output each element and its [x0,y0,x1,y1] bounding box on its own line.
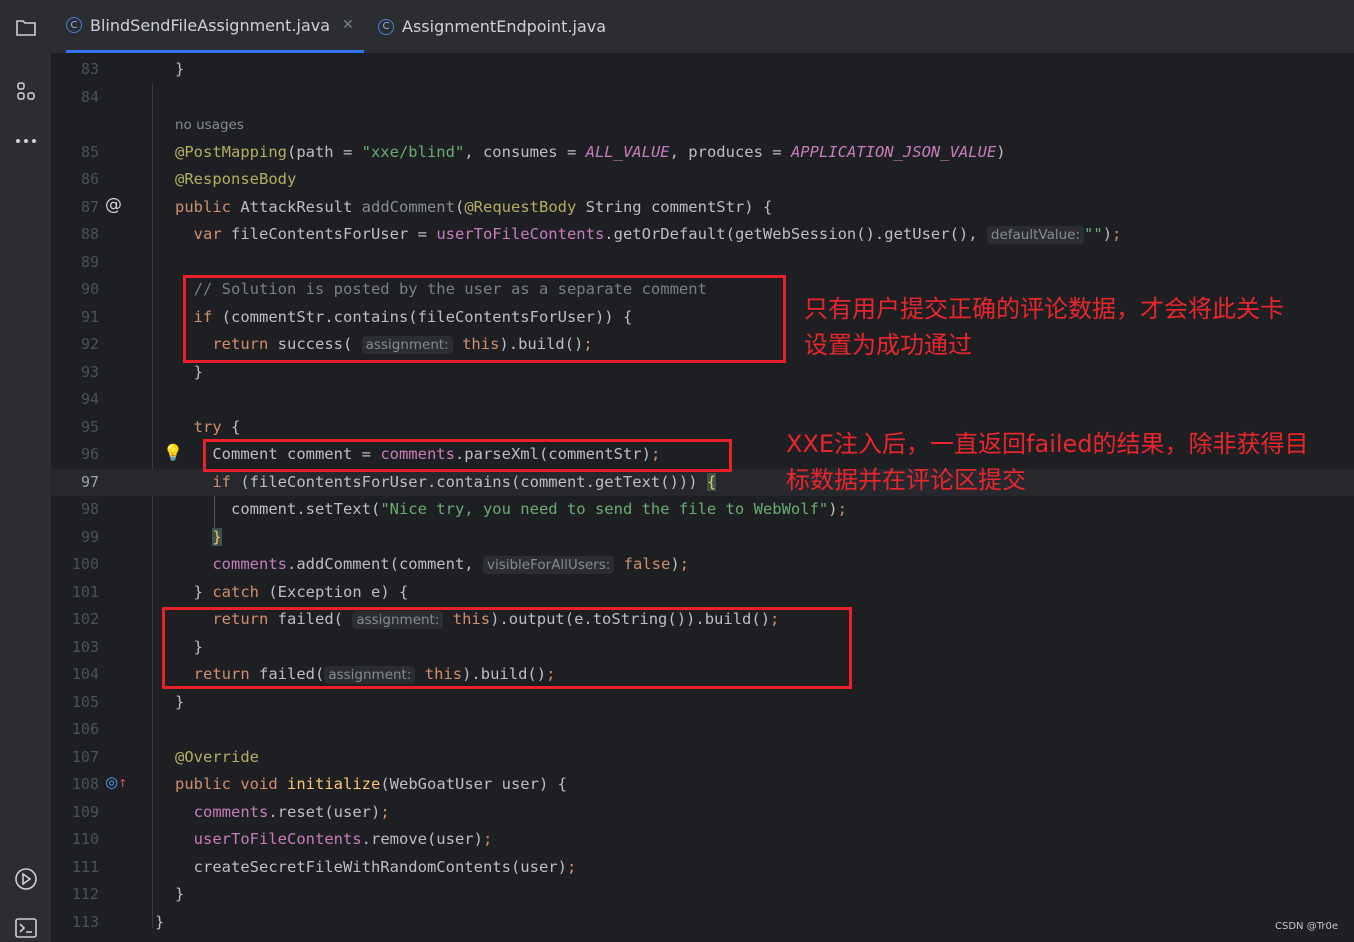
tab-label: AssignmentEndpoint.java [402,17,607,36]
highlight-box-parse-xml [203,439,732,472]
code-line: 89 [80,253,99,271]
annotation-note-xxe: XXE注入后，一直返回failed的结果，除非获得目 标数据并在评论区提交 [786,430,1309,494]
code-line: 87 @ public AttackResult addComment(@Reque… [80,195,773,216]
code-line: no usages [51,112,1354,139]
code-line: 113} [71,913,165,931]
folder-icon[interactable] [13,14,39,40]
code-line: 83} [80,60,185,78]
code-line: 112} [71,885,185,903]
tab-blind-send-file-assignment[interactable]: C BlindSendFileAssignment.java ✕ [66,0,364,53]
code-line: 85 @PostMapping(path = "xxe/blind", consu… [80,143,1006,161]
code-line: 100 comments.addComment(comment, visible… [71,555,689,574]
code-line: 88 var fileContentsForUser = userToFileC… [80,225,1122,244]
code-line: 109 comments.reset(user); [71,803,390,821]
code-line: 110 userToFileContents.remove(user); [71,830,493,848]
code-line: 111 createSecretFileWithRandomContents(u… [71,858,577,876]
run-services-icon[interactable] [13,866,39,892]
code-line: 99 } [80,528,222,546]
no-usages-hint[interactable]: no usages [175,112,244,139]
code-line: 98 comment.setText("Nice try, you need t… [80,500,847,518]
code-line: 86 @ResponseBody [80,170,297,188]
at-icon[interactable]: @ [105,195,122,215]
close-icon[interactable]: ✕ [342,17,354,33]
more-icon[interactable] [13,128,39,154]
watermark: CSDN @Tr0e [1275,921,1338,932]
activity-bar [0,0,52,942]
tab-assignment-endpoint[interactable]: C AssignmentEndpoint.java [378,0,606,53]
code-line: 105} [71,693,185,711]
highlight-box-success [183,275,786,363]
terminal-icon[interactable] [13,915,39,941]
tab-label: BlindSendFileAssignment.java [90,15,331,35]
editor-tab-bar: C BlindSendFileAssignment.java ✕ C Assig… [51,0,1354,54]
code-line: 84 [80,88,99,106]
highlight-box-failed [162,607,852,689]
code-line: 106 [71,720,99,738]
override-icon[interactable]: ◎↑ [105,773,127,791]
code-line: 108 ◎↑ public void initialize(WebGoatUser … [71,773,567,793]
code-line: 107 @Override [71,748,259,766]
structure-icon[interactable] [13,78,39,104]
java-class-icon: C [66,17,82,33]
code-line: 94 [80,390,99,408]
code-line: 93 } [80,363,203,381]
java-class-icon: C [378,18,394,35]
annotation-note-success: 只有用户提交正确的评论数据，才会将此关卡 设置为成功通过 [804,295,1284,359]
code-line: 101 } catch (Exception e) { [71,583,409,601]
